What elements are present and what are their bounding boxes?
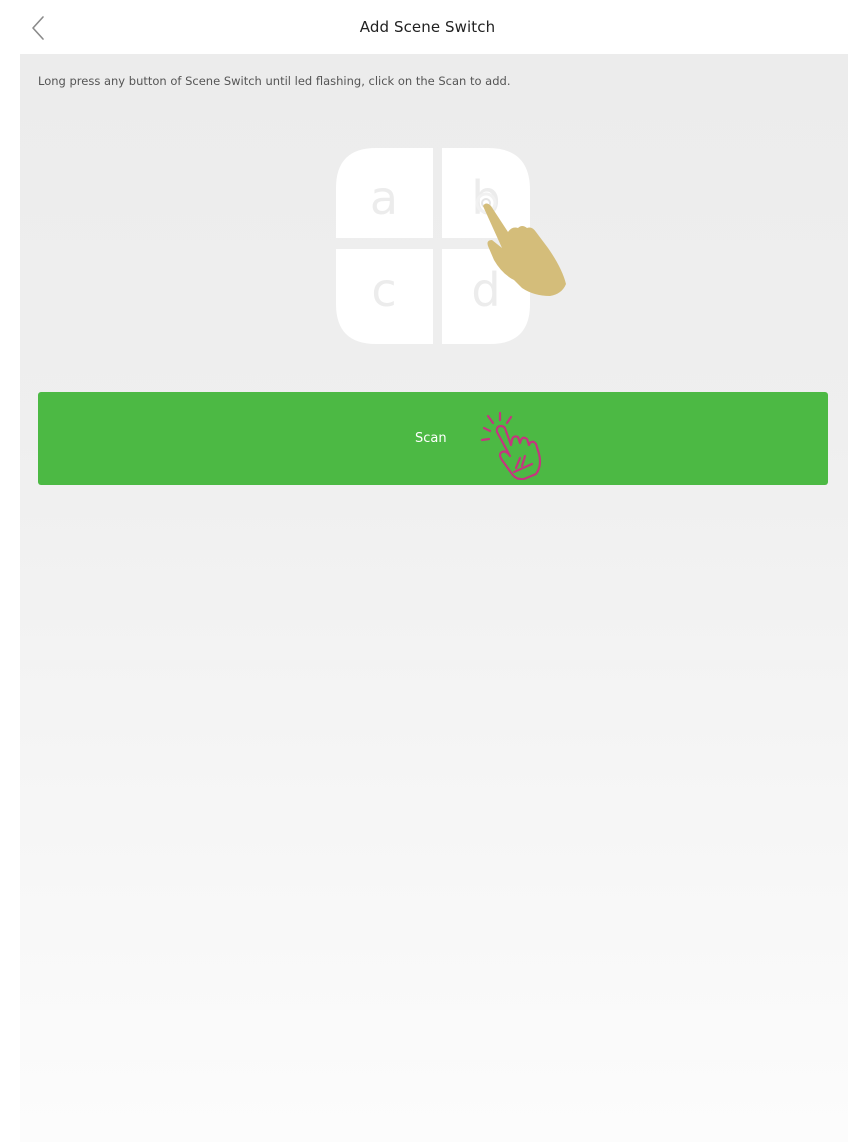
click-hand-icon bbox=[480, 411, 542, 480]
header-bar: Add Scene Switch bbox=[0, 0, 855, 54]
scene-switch-illustration: a b c d bbox=[336, 148, 576, 348]
instruction-text: Long press any button of Scene Switch un… bbox=[38, 74, 511, 88]
key-a-letter: a bbox=[370, 171, 398, 225]
scan-button[interactable]: Scan bbox=[38, 392, 828, 485]
main-content: Long press any button of Scene Switch un… bbox=[20, 54, 848, 1142]
scan-button-label: Scan bbox=[415, 431, 447, 446]
key-c-letter: c bbox=[371, 263, 396, 317]
page: Add Scene Switch Long press any button o… bbox=[0, 0, 855, 1142]
key-d-letter: d bbox=[471, 263, 500, 317]
page-title: Add Scene Switch bbox=[359, 18, 496, 36]
